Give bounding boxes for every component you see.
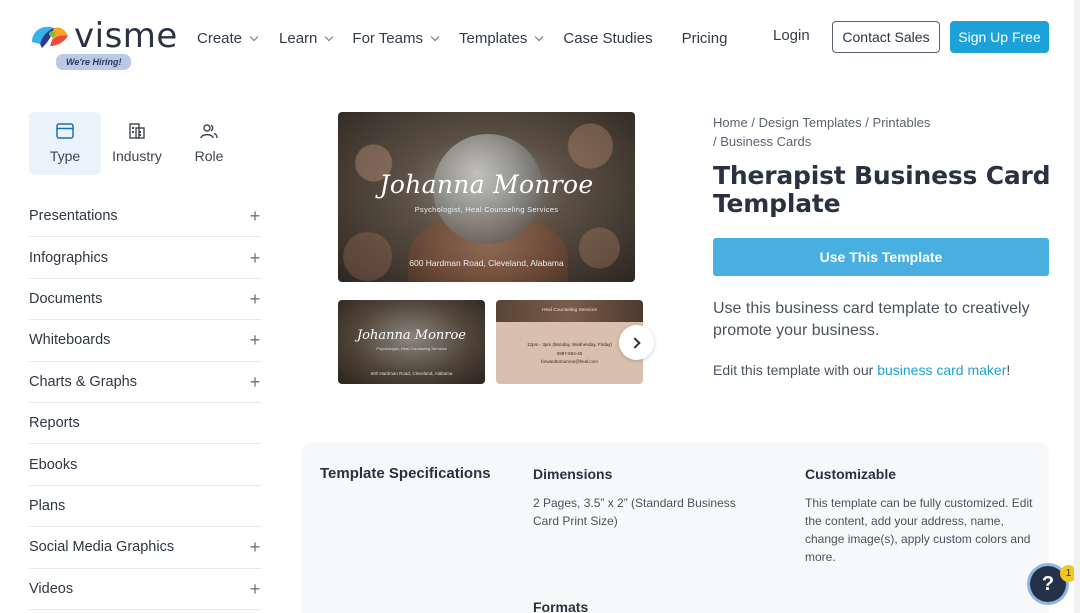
- breadcrumb-printables[interactable]: Printables: [873, 115, 931, 130]
- nav-pricing[interactable]: Pricing: [682, 27, 728, 49]
- formats-title: Formats: [533, 599, 589, 613]
- breadcrumb-separator: /: [865, 115, 869, 130]
- nav-case-studies-label: Case Studies: [563, 29, 653, 47]
- category-whiteboards[interactable]: Whiteboards +: [29, 320, 261, 362]
- category-plans[interactable]: Plans: [29, 486, 261, 528]
- category-ebooks[interactable]: Ebooks: [29, 444, 261, 486]
- category-reports[interactable]: Reports: [29, 403, 261, 445]
- category-label: Whiteboards: [29, 332, 111, 349]
- category-label: Reports: [29, 415, 80, 432]
- card-name: Johanna Monroe: [379, 170, 594, 199]
- logo-text: visme: [74, 16, 178, 56]
- thumb-front-name: Johanna Monroe: [356, 328, 467, 343]
- plus-icon[interactable]: +: [249, 290, 261, 308]
- breadcrumb-business-cards[interactable]: Business Cards: [720, 134, 811, 149]
- breadcrumb: Home / Design Templates / Printables / B…: [713, 113, 973, 151]
- edit-suffix: !: [1006, 362, 1011, 378]
- card-address: 600 Hardman Road, Cleveland, Alabama: [409, 258, 564, 268]
- template-description: Use this business card template to creat…: [713, 300, 1030, 339]
- nav-templates[interactable]: Templates: [458, 27, 544, 49]
- thumb-front-subtitle: Psychologist, Heal Counseling Services: [376, 346, 447, 351]
- filter-tabs: Type Industry Role: [29, 112, 245, 175]
- customizable-text: This template can be fully customized. E…: [805, 496, 1033, 564]
- visme-logo-mark-icon: [32, 26, 68, 48]
- main-nav: Create Learn For Teams Templates Case St…: [197, 27, 727, 49]
- breadcrumb-home[interactable]: Home: [713, 115, 748, 130]
- tab-role[interactable]: Role: [173, 112, 245, 175]
- nav-templates-label: Templates: [458, 29, 528, 47]
- nav-learn-label: Learn: [279, 29, 318, 47]
- sign-up-button[interactable]: Sign Up Free: [950, 21, 1049, 53]
- breadcrumb-separator: /: [751, 115, 755, 130]
- category-label: Videos: [29, 580, 74, 597]
- nav-for-teams[interactable]: For Teams: [352, 27, 440, 49]
- edit-prefix: Edit this template with our: [713, 362, 878, 378]
- category-label: Ebooks: [29, 456, 78, 473]
- thumb-front-address: 600 Hardman Road, Cleveland, Alabama: [370, 371, 453, 376]
- chevron-down-icon: [249, 32, 259, 41]
- nav-case-studies[interactable]: Case Studies: [563, 27, 652, 49]
- login-link[interactable]: Login: [773, 27, 810, 44]
- chevron-down-icon: [325, 32, 334, 41]
- plus-icon[interactable]: +: [249, 373, 261, 391]
- tab-type-label: Type: [49, 148, 81, 164]
- chevron-right-icon: [629, 336, 641, 349]
- contact-sales-button[interactable]: Contact Sales: [832, 21, 940, 53]
- hiring-badge[interactable]: We're Hiring!: [56, 54, 132, 70]
- dimensions-text: 2 Pages, 3.5” x 2” (Standard Business Ca…: [533, 496, 736, 528]
- carousel-next-button[interactable]: [619, 325, 654, 360]
- category-presentations[interactable]: Presentations +: [29, 196, 261, 238]
- plus-icon[interactable]: +: [249, 580, 261, 598]
- users-icon: [200, 124, 218, 139]
- category-label: Plans: [29, 497, 66, 514]
- chevron-down-icon: [430, 32, 440, 41]
- template-specifications: Template Specifications Dimensions 2 Pag…: [301, 443, 1049, 613]
- thumb-back-title: Heal Counseling Services: [542, 308, 597, 313]
- specs-heading: Template Specifications: [320, 465, 491, 482]
- category-infographics[interactable]: Infographics +: [29, 237, 261, 279]
- dimensions-title: Dimensions: [533, 466, 613, 482]
- category-label: Infographics: [29, 249, 108, 266]
- page-title: Therapist Business Card Template: [713, 161, 1051, 218]
- breadcrumb-separator: /: [713, 134, 717, 149]
- nav-pricing-label: Pricing: [681, 29, 728, 47]
- tab-type[interactable]: Type: [29, 112, 101, 175]
- page-scrollbar[interactable]: [1074, 0, 1080, 613]
- category-charts-graphs[interactable]: Charts & Graphs +: [29, 362, 261, 403]
- nav-learn[interactable]: Learn: [279, 27, 334, 49]
- category-list: Presentations + Infographics + Documents + …: [29, 196, 261, 610]
- nav-create[interactable]: Create: [197, 27, 259, 49]
- card-subtitle: Psychologist, Heal Counseling Services: [414, 205, 559, 214]
- category-label: Presentations: [29, 208, 118, 225]
- template-preview-image[interactable]: Johanna Monroe Psychologist, Heal Counse…: [338, 112, 635, 282]
- breadcrumb-design-templates[interactable]: Design Templates: [759, 115, 862, 130]
- category-social-media-graphics[interactable]: Social Media Graphics +: [29, 527, 261, 569]
- customizable-title: Customizable: [805, 466, 897, 482]
- building-icon: [129, 123, 145, 139]
- plus-icon[interactable]: +: [249, 331, 261, 349]
- visme-logo[interactable]: visme We're Hiring!: [30, 16, 177, 70]
- thumb-back-email: forwardtomunroe@heal.com: [541, 359, 598, 364]
- nav-create-label: Create: [197, 29, 243, 47]
- edit-template-line: Edit this template with our business car…: [713, 362, 1010, 378]
- plus-icon[interactable]: +: [249, 207, 261, 225]
- tab-industry-label: Industry: [112, 148, 162, 164]
- plus-icon[interactable]: +: [249, 249, 261, 267]
- tab-role-label: Role: [194, 148, 224, 164]
- plus-icon[interactable]: +: [249, 538, 261, 556]
- category-label: Documents: [29, 290, 103, 307]
- thumbnail-front[interactable]: Johanna Monroe Psychologist, Heal Counse…: [338, 300, 485, 384]
- category-label: Social Media Graphics: [29, 539, 175, 556]
- category-documents[interactable]: Documents +: [29, 279, 261, 321]
- tab-industry[interactable]: Industry: [101, 112, 173, 175]
- chevron-down-icon: [535, 32, 544, 41]
- category-label: Charts & Graphs: [29, 373, 137, 390]
- category-videos[interactable]: Videos +: [29, 569, 261, 610]
- business-card-maker-link[interactable]: business card maker: [877, 362, 1006, 378]
- window-icon: [56, 123, 74, 139]
- nav-for-teams-label: For Teams: [352, 29, 423, 47]
- use-template-button[interactable]: Use This Template: [713, 238, 1049, 276]
